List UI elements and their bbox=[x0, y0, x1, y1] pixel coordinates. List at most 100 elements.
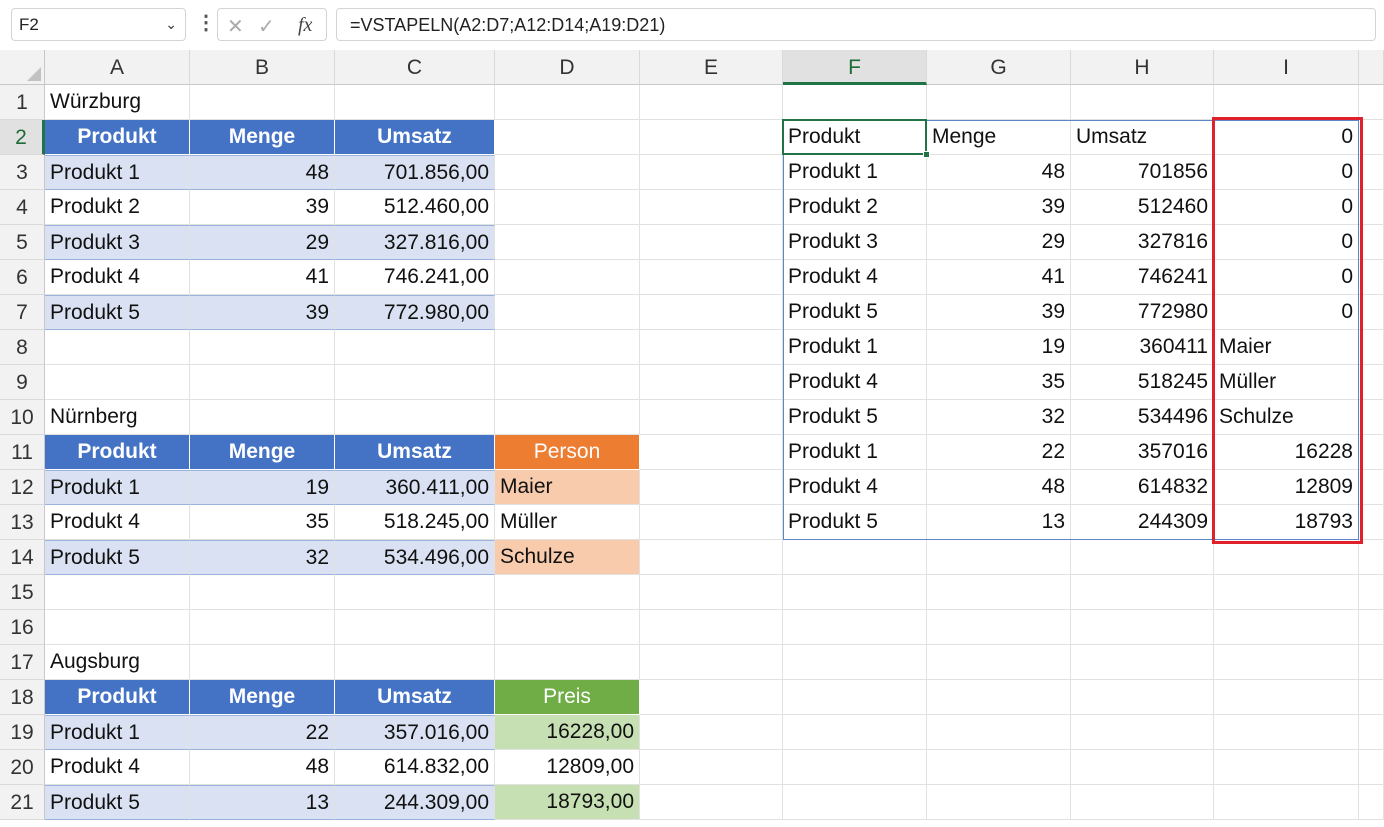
row-header-13[interactable]: 13 bbox=[0, 505, 45, 540]
spill-cell[interactable]: Produkt 1 bbox=[783, 155, 927, 190]
grid-cell[interactable] bbox=[783, 680, 927, 715]
spill-cell[interactable]: 360411 bbox=[1071, 330, 1214, 365]
table-cell[interactable]: 29 bbox=[190, 225, 335, 260]
table-cell[interactable]: Produkt 4 bbox=[45, 505, 190, 540]
spill-cell[interactable]: 746241 bbox=[1071, 260, 1214, 295]
column-header-f[interactable]: F bbox=[783, 50, 927, 85]
spill-cell[interactable]: Umsatz bbox=[1071, 120, 1214, 155]
fill-handle[interactable] bbox=[923, 151, 930, 158]
grid-cell[interactable] bbox=[1071, 575, 1214, 610]
spill-cell[interactable]: 18793 bbox=[1214, 505, 1359, 540]
table-cell[interactable]: 19 bbox=[190, 470, 335, 505]
row-header-21[interactable]: 21 bbox=[0, 785, 45, 820]
spill-cell[interactable]: Produkt 4 bbox=[783, 260, 927, 295]
grid-cell[interactable] bbox=[190, 610, 335, 645]
table-cell[interactable]: 327.816,00 bbox=[335, 225, 495, 260]
grid-cell[interactable] bbox=[640, 330, 783, 365]
grid-cell[interactable] bbox=[927, 680, 1071, 715]
grid-cell[interactable] bbox=[1359, 190, 1384, 225]
spill-cell[interactable]: Produkt 5 bbox=[783, 505, 927, 540]
table-header-cell[interactable]: Produkt bbox=[45, 435, 190, 470]
row-header-18[interactable]: 18 bbox=[0, 680, 45, 715]
spill-cell[interactable]: 518245 bbox=[1071, 365, 1214, 400]
grid-cell[interactable] bbox=[1214, 85, 1359, 120]
spill-cell[interactable]: Müller bbox=[1214, 365, 1359, 400]
row-header-20[interactable]: 20 bbox=[0, 750, 45, 785]
table-cell[interactable]: 512.460,00 bbox=[335, 190, 495, 225]
select-all-corner[interactable] bbox=[0, 50, 45, 85]
table-cell[interactable]: 39 bbox=[190, 295, 335, 330]
grid-cell[interactable] bbox=[1359, 610, 1384, 645]
spill-cell[interactable]: 16228 bbox=[1214, 435, 1359, 470]
grid-cell[interactable] bbox=[1359, 400, 1384, 435]
grid-cell[interactable] bbox=[1071, 715, 1214, 750]
grid-cell[interactable] bbox=[495, 645, 640, 680]
table-header-cell[interactable]: Umsatz bbox=[335, 120, 495, 155]
grid-cell[interactable] bbox=[640, 120, 783, 155]
grid-cell[interactable] bbox=[783, 610, 927, 645]
grid-cell[interactable] bbox=[1214, 610, 1359, 645]
row-header-15[interactable]: 15 bbox=[0, 575, 45, 610]
grid-cell[interactable] bbox=[1214, 715, 1359, 750]
table-cell[interactable]: Müller bbox=[495, 505, 640, 540]
grid-cell[interactable] bbox=[640, 155, 783, 190]
table-cell[interactable]: Produkt 4 bbox=[45, 750, 190, 785]
grid-cell[interactable] bbox=[1214, 575, 1359, 610]
grid-cell[interactable] bbox=[1359, 155, 1384, 190]
column-header-a[interactable]: A bbox=[45, 50, 190, 85]
table-header-cell[interactable]: Menge bbox=[190, 435, 335, 470]
grid-cell[interactable] bbox=[927, 575, 1071, 610]
grid-cell[interactable] bbox=[335, 330, 495, 365]
table-cell[interactable]: 614.832,00 bbox=[335, 750, 495, 785]
grid-cell[interactable] bbox=[1359, 715, 1384, 750]
spill-cell[interactable]: 22 bbox=[927, 435, 1071, 470]
spill-cell[interactable]: 327816 bbox=[1071, 225, 1214, 260]
grid-cell[interactable] bbox=[495, 330, 640, 365]
table-header-cell[interactable]: Umsatz bbox=[335, 680, 495, 715]
grid-cell[interactable] bbox=[1071, 645, 1214, 680]
grid-cell[interactable] bbox=[1359, 750, 1384, 785]
more-options-icon[interactable]: ⋮ bbox=[196, 10, 216, 35]
grid-cell[interactable] bbox=[1359, 225, 1384, 260]
table-header-cell[interactable]: Produkt bbox=[45, 680, 190, 715]
worksheet-grid[interactable]: A B C D E F G H I 1 2 3 4 5 6 7 8 9 10 11 12 13 14 15 16 17 18 19 20… bbox=[0, 50, 1384, 827]
spill-cell[interactable]: 39 bbox=[927, 295, 1071, 330]
spill-cell[interactable]: Schulze bbox=[1214, 400, 1359, 435]
spill-cell[interactable]: Produkt bbox=[783, 120, 927, 155]
grid-cell[interactable] bbox=[640, 505, 783, 540]
spill-cell[interactable]: 13 bbox=[927, 505, 1071, 540]
table-cell[interactable]: 244.309,00 bbox=[335, 785, 495, 820]
column-header-b[interactable]: B bbox=[190, 50, 335, 85]
grid-cell[interactable] bbox=[1359, 645, 1384, 680]
grid-cell[interactable] bbox=[640, 575, 783, 610]
table-cell[interactable]: Produkt 5 bbox=[45, 785, 190, 820]
grid-cell[interactable] bbox=[640, 680, 783, 715]
grid-cell[interactable] bbox=[495, 190, 640, 225]
formula-input[interactable]: =VSTAPELN(A2:D7;A12:D14;A19:D21) bbox=[336, 8, 1376, 41]
grid-cell[interactable] bbox=[1214, 540, 1359, 575]
chevron-down-icon[interactable]: ⌄ bbox=[165, 16, 177, 33]
grid-cell[interactable] bbox=[1359, 330, 1384, 365]
grid-cell[interactable] bbox=[1359, 785, 1384, 820]
column-header-g[interactable]: G bbox=[927, 50, 1071, 85]
spill-cell[interactable]: Maier bbox=[1214, 330, 1359, 365]
spill-cell[interactable]: 701856 bbox=[1071, 155, 1214, 190]
grid-cell[interactable] bbox=[1359, 470, 1384, 505]
grid-cell[interactable] bbox=[495, 155, 640, 190]
grid-cell[interactable] bbox=[783, 540, 927, 575]
grid-cell[interactable] bbox=[1071, 610, 1214, 645]
table-cell[interactable]: 32 bbox=[190, 540, 335, 575]
grid-cell[interactable] bbox=[1359, 120, 1384, 155]
grid-cell[interactable] bbox=[927, 645, 1071, 680]
grid-cell[interactable] bbox=[1071, 540, 1214, 575]
title-wuerzburg[interactable]: Würzburg bbox=[45, 85, 335, 120]
grid-cell[interactable] bbox=[495, 365, 640, 400]
spill-cell[interactable]: Menge bbox=[927, 120, 1071, 155]
grid-cell[interactable] bbox=[640, 470, 783, 505]
grid-cell[interactable] bbox=[190, 365, 335, 400]
table-cell[interactable]: 360.411,00 bbox=[335, 470, 495, 505]
table-cell[interactable]: Produkt 1 bbox=[45, 715, 190, 750]
spill-cell[interactable]: 772980 bbox=[1071, 295, 1214, 330]
grid-cell[interactable] bbox=[190, 330, 335, 365]
grid-cell[interactable] bbox=[495, 225, 640, 260]
